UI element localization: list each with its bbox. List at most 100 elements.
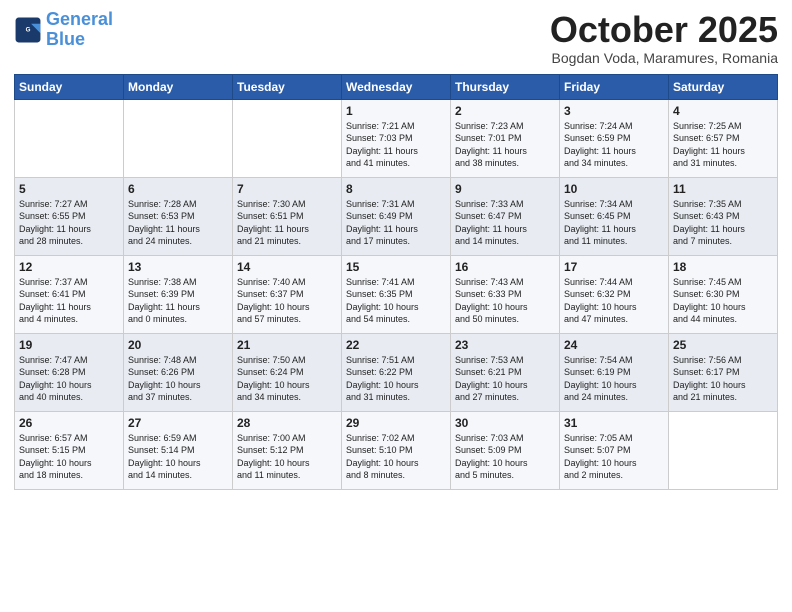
day-number: 25	[673, 338, 773, 352]
day-info: Sunrise: 7:40 AM Sunset: 6:37 PM Dayligh…	[237, 276, 337, 326]
day-info: Sunrise: 7:41 AM Sunset: 6:35 PM Dayligh…	[346, 276, 446, 326]
day-info: Sunrise: 7:56 AM Sunset: 6:17 PM Dayligh…	[673, 354, 773, 404]
day-number: 5	[19, 182, 119, 196]
logo-line1: General	[46, 9, 113, 29]
calendar-cell: 24Sunrise: 7:54 AM Sunset: 6:19 PM Dayli…	[560, 333, 669, 411]
day-info: Sunrise: 7:31 AM Sunset: 6:49 PM Dayligh…	[346, 198, 446, 248]
day-number: 17	[564, 260, 664, 274]
calendar-cell: 9 Sunrise: 7:33 AM Sunset: 6:47 PM Daylig…	[451, 177, 560, 255]
day-info: Sunrise: 7:03 AM Sunset: 5:09 PM Dayligh…	[455, 432, 555, 482]
day-number: 4	[673, 104, 773, 118]
day-info: Sunrise: 7:38 AM Sunset: 6:39 PM Dayligh…	[128, 276, 228, 326]
month-title: October 2025	[550, 10, 778, 50]
calendar-cell: 19Sunrise: 7:47 AM Sunset: 6:28 PM Dayli…	[15, 333, 124, 411]
day-info: Sunrise: 7:23 AM Sunset: 7:01 PM Dayligh…	[455, 120, 555, 170]
calendar-cell	[15, 99, 124, 177]
title-block: October 2025 Bogdan Voda, Maramures, Rom…	[550, 10, 778, 66]
day-info: Sunrise: 7:05 AM Sunset: 5:07 PM Dayligh…	[564, 432, 664, 482]
day-number: 11	[673, 182, 773, 196]
calendar-cell: 7 Sunrise: 7:30 AM Sunset: 6:51 PM Daylig…	[233, 177, 342, 255]
day-info: Sunrise: 7:24 AM Sunset: 6:59 PM Dayligh…	[564, 120, 664, 170]
day-info: Sunrise: 7:48 AM Sunset: 6:26 PM Dayligh…	[128, 354, 228, 404]
day-number: 28	[237, 416, 337, 430]
calendar-table: SundayMondayTuesdayWednesdayThursdayFrid…	[14, 74, 778, 490]
day-number: 6	[128, 182, 228, 196]
calendar-cell: 29 Sunrise: 7:02 AM Sunset: 5:10 PM Dayli…	[342, 411, 451, 489]
day-info: Sunrise: 7:51 AM Sunset: 6:22 PM Dayligh…	[346, 354, 446, 404]
day-info: Sunrise: 7:50 AM Sunset: 6:24 PM Dayligh…	[237, 354, 337, 404]
day-info: Sunrise: 7:25 AM Sunset: 6:57 PM Dayligh…	[673, 120, 773, 170]
day-info: Sunrise: 7:37 AM Sunset: 6:41 PM Dayligh…	[19, 276, 119, 326]
day-number: 19	[19, 338, 119, 352]
day-info: Sunrise: 7:33 AM Sunset: 6:47 PM Dayligh…	[455, 198, 555, 248]
calendar-cell	[669, 411, 778, 489]
calendar-cell: 15 Sunrise: 7:41 AM Sunset: 6:35 PM Dayli…	[342, 255, 451, 333]
calendar-cell: 22Sunrise: 7:51 AM Sunset: 6:22 PM Dayli…	[342, 333, 451, 411]
week-row-3: 12 Sunrise: 7:37 AM Sunset: 6:41 PM Dayli…	[15, 255, 778, 333]
calendar-cell	[124, 99, 233, 177]
day-info: Sunrise: 7:34 AM Sunset: 6:45 PM Dayligh…	[564, 198, 664, 248]
day-info: Sunrise: 7:30 AM Sunset: 6:51 PM Dayligh…	[237, 198, 337, 248]
calendar-cell	[233, 99, 342, 177]
calendar-cell: 2 Sunrise: 7:23 AM Sunset: 7:01 PM Daylig…	[451, 99, 560, 177]
day-number: 26	[19, 416, 119, 430]
col-header-tuesday: Tuesday	[233, 74, 342, 99]
calendar-cell: 23 Sunrise: 7:53 AM Sunset: 6:21 PM Dayli…	[451, 333, 560, 411]
day-number: 31	[564, 416, 664, 430]
calendar-cell: 14Sunrise: 7:40 AM Sunset: 6:37 PM Dayli…	[233, 255, 342, 333]
calendar-cell: 31 Sunrise: 7:05 AM Sunset: 5:07 PM Dayli…	[560, 411, 669, 489]
day-number: 12	[19, 260, 119, 274]
day-number: 24	[564, 338, 664, 352]
logo: G General Blue	[14, 10, 113, 50]
calendar-cell: 12 Sunrise: 7:37 AM Sunset: 6:41 PM Dayli…	[15, 255, 124, 333]
logo-line2: Blue	[46, 29, 85, 49]
page-container: G General Blue October 2025 Bogdan Voda,…	[0, 0, 792, 612]
day-info: Sunrise: 7:28 AM Sunset: 6:53 PM Dayligh…	[128, 198, 228, 248]
col-header-friday: Friday	[560, 74, 669, 99]
calendar-cell: 3 Sunrise: 7:24 AM Sunset: 6:59 PM Daylig…	[560, 99, 669, 177]
day-number: 3	[564, 104, 664, 118]
week-row-4: 19Sunrise: 7:47 AM Sunset: 6:28 PM Dayli…	[15, 333, 778, 411]
day-number: 1	[346, 104, 446, 118]
day-info: Sunrise: 7:53 AM Sunset: 6:21 PM Dayligh…	[455, 354, 555, 404]
calendar-cell: 27Sunrise: 6:59 AM Sunset: 5:14 PM Dayli…	[124, 411, 233, 489]
calendar-cell: 17Sunrise: 7:44 AM Sunset: 6:32 PM Dayli…	[560, 255, 669, 333]
calendar-cell: 30 Sunrise: 7:03 AM Sunset: 5:09 PM Dayli…	[451, 411, 560, 489]
calendar-cell: 28 Sunrise: 7:00 AM Sunset: 5:12 PM Dayli…	[233, 411, 342, 489]
day-number: 29	[346, 416, 446, 430]
day-number: 7	[237, 182, 337, 196]
day-info: Sunrise: 7:21 AM Sunset: 7:03 PM Dayligh…	[346, 120, 446, 170]
week-row-1: 1 Sunrise: 7:21 AM Sunset: 7:03 PM Daylig…	[15, 99, 778, 177]
col-header-saturday: Saturday	[669, 74, 778, 99]
col-header-thursday: Thursday	[451, 74, 560, 99]
logo-text: General Blue	[46, 10, 113, 50]
day-number: 9	[455, 182, 555, 196]
day-number: 15	[346, 260, 446, 274]
day-info: Sunrise: 7:27 AM Sunset: 6:55 PM Dayligh…	[19, 198, 119, 248]
calendar-cell: 21Sunrise: 7:50 AM Sunset: 6:24 PM Dayli…	[233, 333, 342, 411]
day-number: 30	[455, 416, 555, 430]
day-info: Sunrise: 7:45 AM Sunset: 6:30 PM Dayligh…	[673, 276, 773, 326]
day-number: 20	[128, 338, 228, 352]
calendar-cell: 25 Sunrise: 7:56 AM Sunset: 6:17 PM Dayli…	[669, 333, 778, 411]
calendar-cell: 10Sunrise: 7:34 AM Sunset: 6:45 PM Dayli…	[560, 177, 669, 255]
calendar-cell: 11Sunrise: 7:35 AM Sunset: 6:43 PM Dayli…	[669, 177, 778, 255]
day-info: Sunrise: 7:02 AM Sunset: 5:10 PM Dayligh…	[346, 432, 446, 482]
calendar-cell: 5 Sunrise: 7:27 AM Sunset: 6:55 PM Daylig…	[15, 177, 124, 255]
col-header-sunday: Sunday	[15, 74, 124, 99]
day-number: 2	[455, 104, 555, 118]
day-number: 8	[346, 182, 446, 196]
week-row-2: 5 Sunrise: 7:27 AM Sunset: 6:55 PM Daylig…	[15, 177, 778, 255]
calendar-cell: 8 Sunrise: 7:31 AM Sunset: 6:49 PM Daylig…	[342, 177, 451, 255]
day-info: Sunrise: 6:57 AM Sunset: 5:15 PM Dayligh…	[19, 432, 119, 482]
svg-text:G: G	[26, 26, 31, 33]
day-number: 18	[673, 260, 773, 274]
day-number: 23	[455, 338, 555, 352]
calendar-cell: 16Sunrise: 7:43 AM Sunset: 6:33 PM Dayli…	[451, 255, 560, 333]
calendar-cell: 1 Sunrise: 7:21 AM Sunset: 7:03 PM Daylig…	[342, 99, 451, 177]
day-info: Sunrise: 7:00 AM Sunset: 5:12 PM Dayligh…	[237, 432, 337, 482]
calendar-cell: 26 Sunrise: 6:57 AM Sunset: 5:15 PM Dayli…	[15, 411, 124, 489]
col-header-wednesday: Wednesday	[342, 74, 451, 99]
header: G General Blue October 2025 Bogdan Voda,…	[14, 10, 778, 66]
calendar-cell: 20 Sunrise: 7:48 AM Sunset: 6:26 PM Dayli…	[124, 333, 233, 411]
